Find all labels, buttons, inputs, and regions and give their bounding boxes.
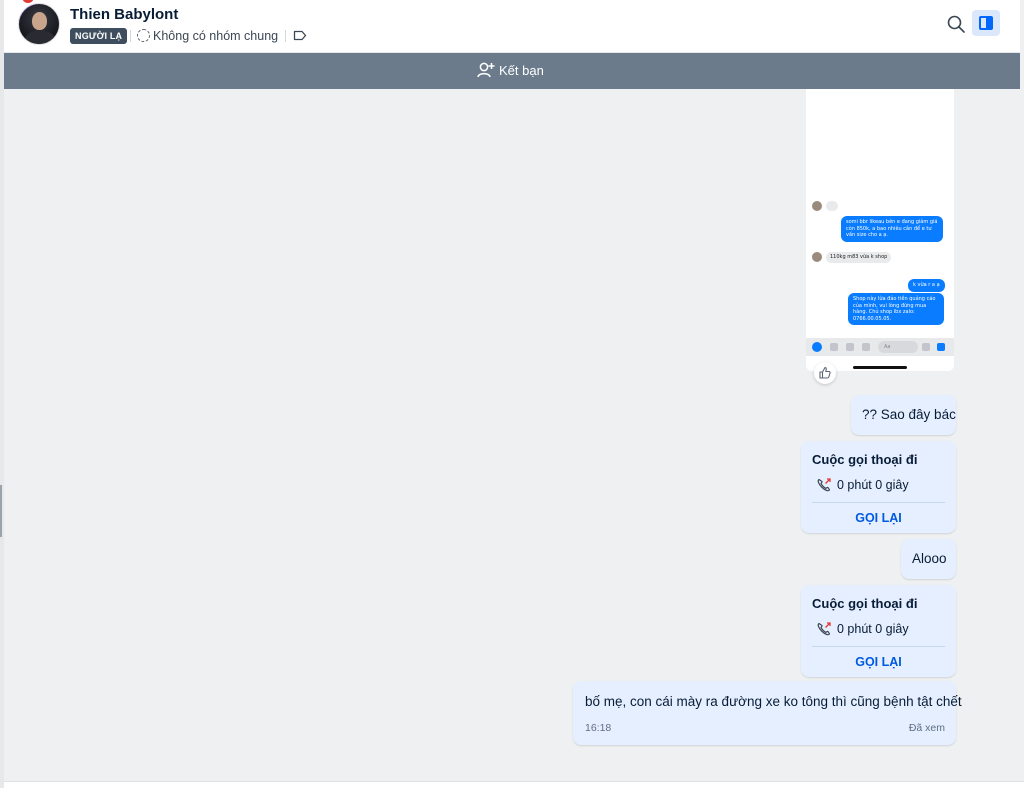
divider	[812, 646, 945, 647]
chat-header: Thien Babylont NGƯỜI LẠ Không có nhóm ch…	[4, 0, 1020, 53]
add-friend-label: Kết bạn	[499, 62, 544, 78]
sender-avatar	[812, 252, 822, 262]
stranger-badge: NGƯỜI LẠ	[70, 28, 128, 44]
divider	[130, 30, 131, 42]
outgoing-call-icon	[817, 478, 831, 492]
message-time: 16:18	[585, 722, 612, 734]
search-icon[interactable]	[946, 14, 966, 34]
like-icon	[819, 366, 831, 379]
screenshot-message: Shop này lừa đảo tiền quảng cáo của mình…	[848, 293, 944, 325]
screenshot-message: 110kg m83 vừa k shop	[826, 252, 892, 263]
call-back-button[interactable]: GỌI LẠI	[801, 511, 956, 525]
call-title: Cuộc gọi thoại đi	[812, 596, 918, 611]
message-bubble[interactable]: bố mẹ, con cái mày ra đường xe ko tông t…	[573, 681, 962, 745]
avatar[interactable]	[18, 3, 60, 45]
divider	[285, 30, 286, 42]
scroll-marker	[0, 485, 2, 537]
tag-icon[interactable]	[293, 30, 307, 41]
message-text: ?? Sao đây bác	[862, 407, 956, 422]
add-friend-bar[interactable]: Kết bạn	[4, 53, 1024, 89]
typing-bubble	[826, 201, 838, 211]
call-title: Cuộc gọi thoại đi	[812, 452, 918, 467]
seen-status: Đã xem	[908, 722, 945, 734]
notification-dot	[22, 0, 34, 3]
outgoing-call-icon	[817, 622, 831, 636]
call-duration: 0 phút 0 giây	[837, 478, 909, 492]
image-message[interactable]: somi bbr likeau bên e đang giảm giá còn …	[806, 89, 954, 371]
common-group-status[interactable]: Không có nhóm chung	[153, 29, 278, 43]
home-indicator	[853, 366, 907, 369]
sender-avatar	[812, 201, 822, 211]
screenshot-message: k vừa r a ạ	[908, 279, 945, 292]
screenshot-toolbar: Aa	[806, 338, 954, 356]
screenshot-message: somi bbr likeau bên e đang giảm giá còn …	[841, 216, 943, 242]
call-duration: 0 phút 0 giây	[837, 622, 909, 636]
message-text: bố mẹ, con cái mày ra đường xe ko tông t…	[585, 694, 962, 709]
outgoing-call-card[interactable]: Cuộc gọi thoại đi 0 phút 0 giây GỌI LẠI	[801, 441, 956, 533]
call-back-button[interactable]: GỌI LẠI	[801, 655, 956, 669]
screenshot-input-placeholder: Aa	[884, 344, 891, 350]
outgoing-call-card[interactable]: Cuộc gọi thoại đi 0 phút 0 giây GỌI LẠI	[801, 585, 956, 677]
composer-edge	[4, 781, 1024, 788]
reaction-button[interactable]	[814, 362, 836, 384]
divider	[812, 502, 945, 503]
message-bubble[interactable]: Alooo	[901, 539, 956, 579]
toggle-conversation-info-button[interactable]	[972, 10, 1000, 36]
contact-name[interactable]: Thien Babylont	[70, 6, 178, 23]
message-text: Alooo	[912, 551, 947, 566]
message-bubble[interactable]: ?? Sao đây bác	[851, 395, 956, 435]
sidebar-panel-icon	[979, 16, 993, 30]
group-icon	[137, 29, 150, 42]
right-edge	[1020, 0, 1024, 788]
add-user-icon	[477, 62, 495, 78]
